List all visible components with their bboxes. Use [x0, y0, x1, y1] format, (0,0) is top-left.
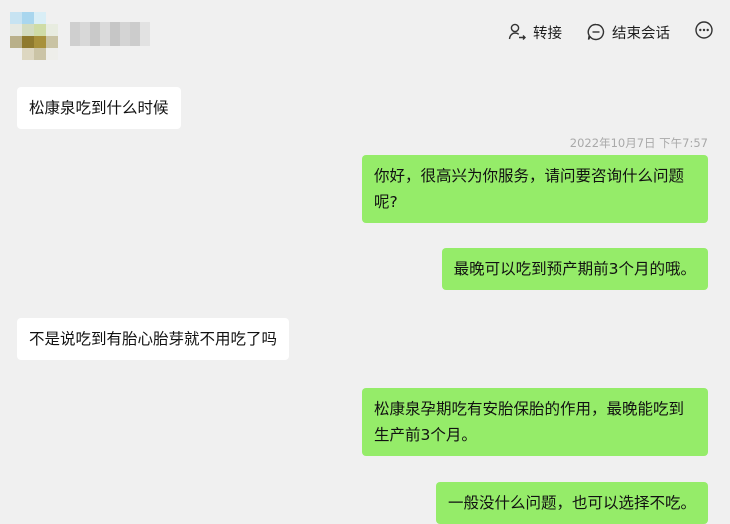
more-icon[interactable] — [694, 20, 714, 44]
avatar[interactable] — [10, 12, 58, 60]
transfer-label: 转接 — [533, 25, 562, 42]
contact-name-blurred — [70, 22, 152, 46]
end-session-label: 结束会话 — [612, 25, 670, 42]
message-outgoing[interactable]: 你好，很高兴为你服务，请问要咨询什么问题呢? — [362, 155, 708, 223]
message-timestamp: 2022年10月7日 下午7:57 — [569, 136, 708, 150]
message-outgoing[interactable]: 松康泉孕期吃有安胎保胎的作用，最晚能吃到生产前3个月。 — [362, 388, 708, 456]
message-incoming[interactable]: 松康泉吃到什么时候 — [17, 87, 181, 129]
transfer-icon — [507, 22, 527, 42]
message-incoming[interactable]: 不是说吃到有胎心胎芽就不用吃了吗 — [17, 318, 290, 360]
chat-header: 转接 结束会话 — [0, 0, 730, 62]
transfer-button[interactable]: 转接 — [507, 22, 562, 43]
end-session-button[interactable]: 结束会话 — [586, 22, 670, 43]
message-outgoing[interactable]: 最晚可以吃到预产期前3个月的哦。 — [441, 248, 708, 290]
end-session-icon — [586, 22, 606, 42]
header-actions: 转接 结束会话 — [507, 18, 714, 46]
